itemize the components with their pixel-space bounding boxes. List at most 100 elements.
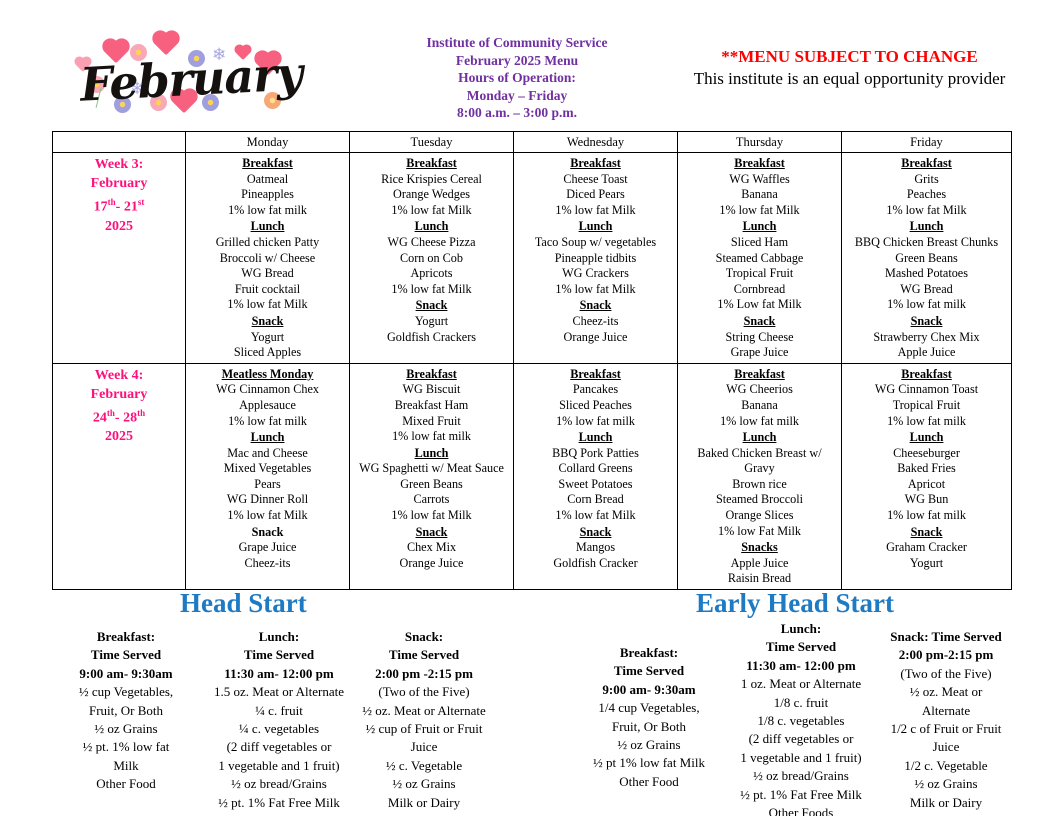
menu-item: Graham Cracker: [886, 540, 967, 555]
table-header-row: Monday Tuesday Wednesday Thursday Friday: [52, 131, 1012, 153]
meal-heading: Breakfast: [901, 156, 952, 170]
program-heading-line: Snack: Time Served: [890, 629, 1002, 644]
meal-heading: Breakfast: [406, 156, 457, 170]
menu-subject-to-change-notice: **MENU SUBJECT TO CHANGE: [721, 47, 978, 66]
menu-item: WG Waffles: [729, 171, 790, 186]
menu-item: 1% low Fat Milk: [718, 523, 801, 538]
meal-heading: Lunch: [250, 430, 285, 445]
week-label-line: 2025: [105, 429, 133, 445]
menu-item: Apple Juice: [897, 345, 956, 360]
menu-cell-wednesday: Breakfast Pancakes Sliced Peaches 1% low fa…: [513, 362, 678, 591]
meal-heading: Snack: [415, 298, 448, 313]
meal-heading: Lunch: [414, 445, 449, 460]
menu-item: Banana: [741, 187, 778, 202]
menu-item: WG Spaghetti w/ Meat Sauce: [359, 461, 504, 476]
program-heading-line: Snack:: [404, 629, 444, 644]
menu-item: Goldfish Crackers: [386, 329, 476, 344]
column-header-wednesday: Wednesday: [513, 131, 678, 153]
program-heading-line: Time Served: [388, 647, 460, 663]
header-title-line: Hours of Operation:: [458, 70, 576, 85]
menu-item: WG Bread: [241, 266, 294, 281]
menu-item: 1% low fat milk: [887, 413, 966, 428]
menu-cell-tuesday: Breakfast Rice Krispies Cereal Orange Wedg…: [349, 152, 514, 364]
early-head-start-snack-block: Snack: Time Served 2:00 pm-2:15 pm (Two of…: [866, 628, 1026, 812]
meal-heading: Snacks: [741, 540, 778, 555]
menu-item: WG Crackers: [562, 266, 629, 281]
menu-item: Sliced Ham: [730, 234, 789, 249]
meal-heading: Snack: [910, 313, 943, 328]
menu-item: Apple Juice: [730, 555, 789, 570]
meal-heading: Lunch: [414, 219, 449, 234]
menu-item: Rice Krispies Cereal: [381, 171, 482, 186]
program-detail-line: Other Foods: [184, 812, 374, 816]
menu-item: Tropical Fruit: [725, 266, 794, 281]
menu-item: Peaches: [906, 187, 947, 202]
column-header-monday: Monday: [185, 131, 350, 153]
program-detail-line: Alternate: [921, 702, 971, 718]
week-label-line: Week 4:: [94, 367, 144, 383]
menu-item: Chex Mix: [406, 540, 457, 555]
menu-item: Strawberry Chex Mix: [873, 329, 980, 344]
menu-item: Yogurt: [909, 555, 944, 570]
menu-item: Orange Slices: [725, 508, 794, 523]
menu-item: 1% low fat milk: [720, 413, 799, 428]
menu-page: ❄ ❄ February Institute of Community Serv…: [0, 0, 1056, 816]
program-detail-line: ½ cup of Fruit or Fruit: [365, 721, 483, 737]
menu-item: WG Bun: [904, 492, 949, 507]
menu-item: Oatmeal: [246, 171, 289, 186]
menu-item: Pancakes: [572, 382, 619, 397]
head-start-title: Head Start: [180, 588, 307, 618]
header-title-line: Institute of Community Service: [426, 35, 608, 50]
menu-item: 1% Low fat Milk: [717, 297, 802, 312]
menu-item: 1% low fat milk: [228, 202, 307, 217]
menu-item: 1% low fat Milk: [555, 202, 636, 217]
menu-item: Goldfish Cracker: [553, 555, 638, 570]
menu-item: Yogurt: [250, 329, 285, 344]
meal-heading: Breakfast: [570, 156, 621, 170]
menu-item: Green Beans: [895, 250, 958, 265]
february-logo: ❄ ❄ February: [52, 22, 342, 127]
week-label-cell: Week 4: February 24th- 28th 2025: [52, 362, 186, 591]
meal-heading: Lunch: [742, 219, 777, 234]
menu-item: Steamed Cabbage: [715, 250, 804, 265]
header-notice-block: **MENU SUBJECT TO CHANGE This institute …: [692, 22, 1007, 90]
equal-opportunity-notice: This institute is an equal opportunity p…: [693, 69, 1006, 88]
menu-item: Pineapples: [241, 187, 294, 202]
menu-item: Grits: [914, 171, 939, 186]
menu-item: Orange Juice: [563, 329, 628, 344]
week-label-cell: Week 3: February 17th- 21st 2025: [52, 152, 186, 364]
menu-item: BBQ Pork Patties: [552, 445, 639, 460]
meal-heading: Breakfast: [242, 156, 293, 170]
menu-item: WG Cinnamon Chex: [216, 382, 319, 397]
menu-item: Orange Juice: [399, 555, 464, 570]
menu-item: 1% low fat Milk: [719, 202, 800, 217]
menu-item: 1% low fat Milk: [391, 508, 472, 523]
head-start-snack-block: Snack: Time Served 2:00 pm -2:15 pm (Two of…: [334, 628, 514, 812]
table-row: Week 3: February 17th- 21st 2025 Breakfast Oa…: [52, 152, 1012, 364]
menu-cell-friday: Breakfast Grits Peaches 1% low fat Milk Lunc…: [841, 152, 1012, 364]
menu-item: 1% low fat milk: [392, 429, 471, 444]
meal-heading: Snack: [251, 313, 284, 328]
menu-item: Corn Bread: [567, 492, 624, 507]
meal-heading: Snack: [415, 524, 448, 539]
menu-item: Sliced Peaches: [559, 397, 632, 412]
menu-item: 1% low fat Milk: [227, 508, 308, 523]
program-detail-line: (Two of the Five): [378, 684, 470, 700]
menu-item: WG Cinnamon Toast: [874, 382, 979, 397]
week-label-line: February: [90, 176, 148, 191]
header-title-line: Monday – Friday: [466, 87, 568, 103]
menu-item: Grape Juice: [238, 540, 297, 555]
menu-item: Fruit cocktail: [234, 281, 301, 296]
program-detail-line: (Two of the Five): [900, 665, 992, 681]
menu-item: Cheez-its: [244, 555, 291, 570]
meal-heading: Lunch: [742, 430, 777, 445]
meal-heading: Meatless Monday: [221, 366, 314, 381]
menu-item: Taco Soup w/ vegetables: [534, 234, 657, 249]
menu-item: Cheese Toast: [563, 171, 628, 186]
column-header-friday: Friday: [841, 131, 1012, 153]
menu-table: Monday Tuesday Wednesday Thursday Friday…: [52, 131, 1012, 591]
menu-item: 1% low fat Milk: [886, 202, 967, 217]
menu-item: 1% low fat milk: [887, 508, 966, 523]
menu-item: Mixed Vegetables: [223, 461, 312, 476]
meal-heading: Snack: [910, 524, 943, 539]
